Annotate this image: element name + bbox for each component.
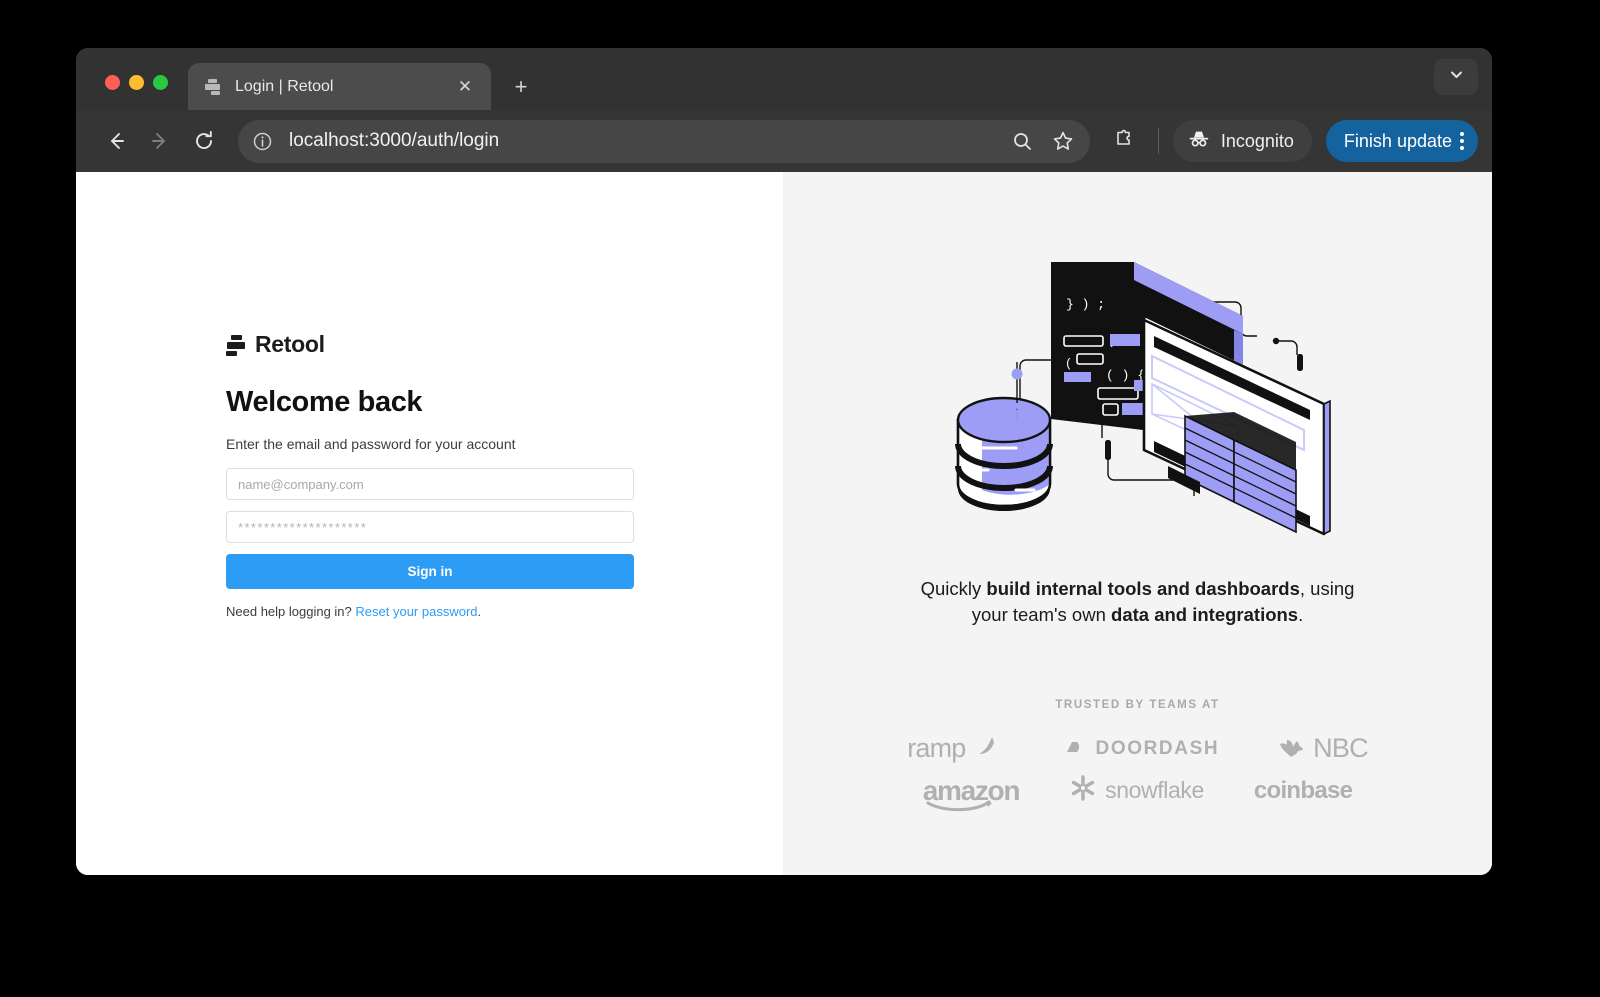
tagline-bold1: build internal tools and dashboards (986, 578, 1300, 599)
incognito-indicator[interactable]: Incognito (1172, 120, 1312, 162)
logo-doordash: DOORDASH (1058, 736, 1220, 761)
tagline-part1: Quickly (920, 578, 987, 599)
address-bar[interactable]: localhost:3000/auth/login (238, 119, 1090, 163)
retool-bars-icon (226, 334, 246, 356)
browser-toolbar: localhost:3000/auth/login Incognito Fini… (76, 110, 1492, 172)
logo-snowflake: snowflake (1069, 774, 1204, 807)
promo-illustration: } ) ; : ( ( ) { (938, 244, 1338, 564)
omnibox-actions (1006, 124, 1082, 158)
extensions-button[interactable] (1104, 121, 1144, 161)
doordash-glyph-icon (1058, 736, 1088, 761)
tagline-bold2: data and integrations (1111, 603, 1299, 625)
nbc-peacock-icon (1277, 733, 1305, 764)
email-field[interactable] (226, 468, 634, 500)
forward-button[interactable] (140, 121, 180, 161)
promo-tagline: Quickly build internal tools and dashboa… (903, 576, 1373, 627)
tab-list-menu-button[interactable] (1434, 59, 1478, 95)
svg-text:(: ( (1065, 357, 1072, 371)
svg-text:} ) ;: } ) ; (1066, 297, 1105, 312)
help-row: Need help logging in? Reset your passwor… (226, 604, 634, 619)
finish-update-button[interactable]: Finish update (1325, 120, 1478, 162)
search-icon[interactable] (1006, 124, 1040, 158)
login-panel: Retool Welcome back Enter the email and … (76, 172, 783, 875)
page-viewport: Retool Welcome back Enter the email and … (76, 172, 1492, 875)
amazon-smile-icon (926, 800, 992, 811)
trusted-by-label: TRUSTED BY TEAMS AT (1055, 699, 1220, 712)
customer-logos-row-2: amazon snowflake coinbase (923, 774, 1353, 811)
new-tab-button[interactable]: + (505, 71, 537, 103)
puzzle-piece-icon (1112, 127, 1135, 155)
minimize-window-button[interactable] (129, 75, 144, 90)
sign-in-button[interactable]: Sign in (226, 554, 634, 589)
reload-button[interactable] (184, 121, 224, 161)
arrow-right-icon (149, 130, 171, 152)
browser-window: Login | Retool ✕ + localhost:3000/auth/l… (76, 48, 1492, 875)
chevron-down-icon (1448, 66, 1465, 88)
incognito-hat-icon (1187, 127, 1211, 156)
tagline-part3: . (1298, 603, 1304, 625)
promo-panel: } ) ; : ( ( ) { (783, 172, 1492, 875)
tab-title: Login | Retool (235, 77, 334, 95)
toolbar-divider (1157, 128, 1159, 154)
window-traffic-lights (76, 75, 168, 110)
arrow-left-icon (105, 130, 127, 152)
back-button[interactable] (96, 121, 136, 161)
star-icon[interactable] (1046, 124, 1080, 158)
logo-ramp: ramp (907, 733, 999, 764)
ramp-glyph-icon (974, 733, 1000, 764)
retool-wordmark: Retool (255, 331, 325, 357)
logo-amazon: amazon (923, 775, 1020, 811)
logo-coinbase: coinbase (1253, 776, 1353, 804)
snowflake-glyph-icon (1069, 774, 1097, 807)
browser-tab[interactable]: Login | Retool ✕ (188, 63, 491, 110)
info-circle-icon[interactable] (248, 127, 277, 156)
help-suffix: . (477, 604, 482, 619)
logo-nbc: NBC (1277, 733, 1369, 764)
reset-password-link[interactable]: Reset your password (355, 604, 477, 619)
page-title: Welcome back (226, 386, 423, 418)
retool-brand: Retool (226, 331, 634, 358)
help-text: Need help logging in? (226, 604, 356, 619)
incognito-label: Incognito (1220, 130, 1294, 151)
kebab-menu-icon[interactable] (1460, 132, 1464, 150)
close-tab-icon[interactable]: ✕ (453, 75, 477, 99)
retool-favicon-icon (204, 77, 223, 96)
tab-strip: Login | Retool ✕ + (76, 48, 1492, 110)
maximize-window-button[interactable] (153, 75, 168, 90)
page-subtitle: Enter the email and password for your ac… (226, 436, 516, 452)
customer-logos-row-1: ramp DOORDASH NBC (907, 733, 1368, 764)
url-text[interactable]: localhost:3000/auth/login (289, 130, 1006, 152)
finish-update-label: Finish update (1343, 130, 1452, 151)
password-field[interactable] (226, 511, 634, 543)
close-window-button[interactable] (105, 75, 120, 90)
reload-icon (193, 130, 215, 152)
login-form: Retool Welcome back Enter the email and … (226, 331, 634, 619)
